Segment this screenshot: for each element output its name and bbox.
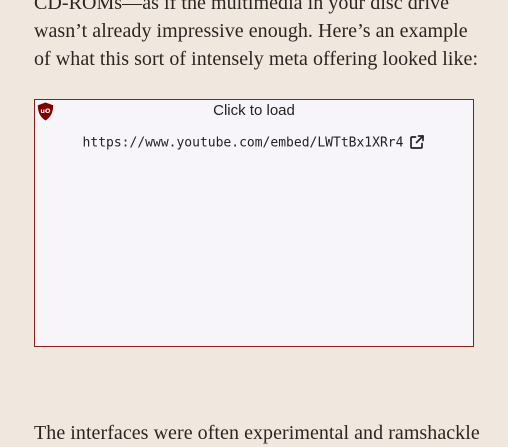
blocked-video-embed[interactable]: uO Click to load https://www.youtube.com… xyxy=(34,99,474,347)
paragraph-line: wasn’t already impressive enough. Here’s… xyxy=(34,20,468,42)
click-to-load-link[interactable]: Click to load xyxy=(35,102,473,119)
article-paragraph-intro: CD-ROMs—as if the multimedia in your dis… xyxy=(34,0,478,73)
article-paragraph-next: The interfaces were often experimental a… xyxy=(34,422,480,444)
external-link-icon[interactable] xyxy=(409,134,425,150)
paragraph-line: CD-ROMs—as if the multimedia in your dis… xyxy=(34,0,450,14)
embed-url-text: https://www.youtube.com/embed/LWTtBx1XRr… xyxy=(82,135,404,151)
paragraph-line: of what this sort of intensely meta offe… xyxy=(34,48,479,70)
embed-url-row: https://www.youtube.com/embed/LWTtBx1XRr… xyxy=(35,135,473,151)
